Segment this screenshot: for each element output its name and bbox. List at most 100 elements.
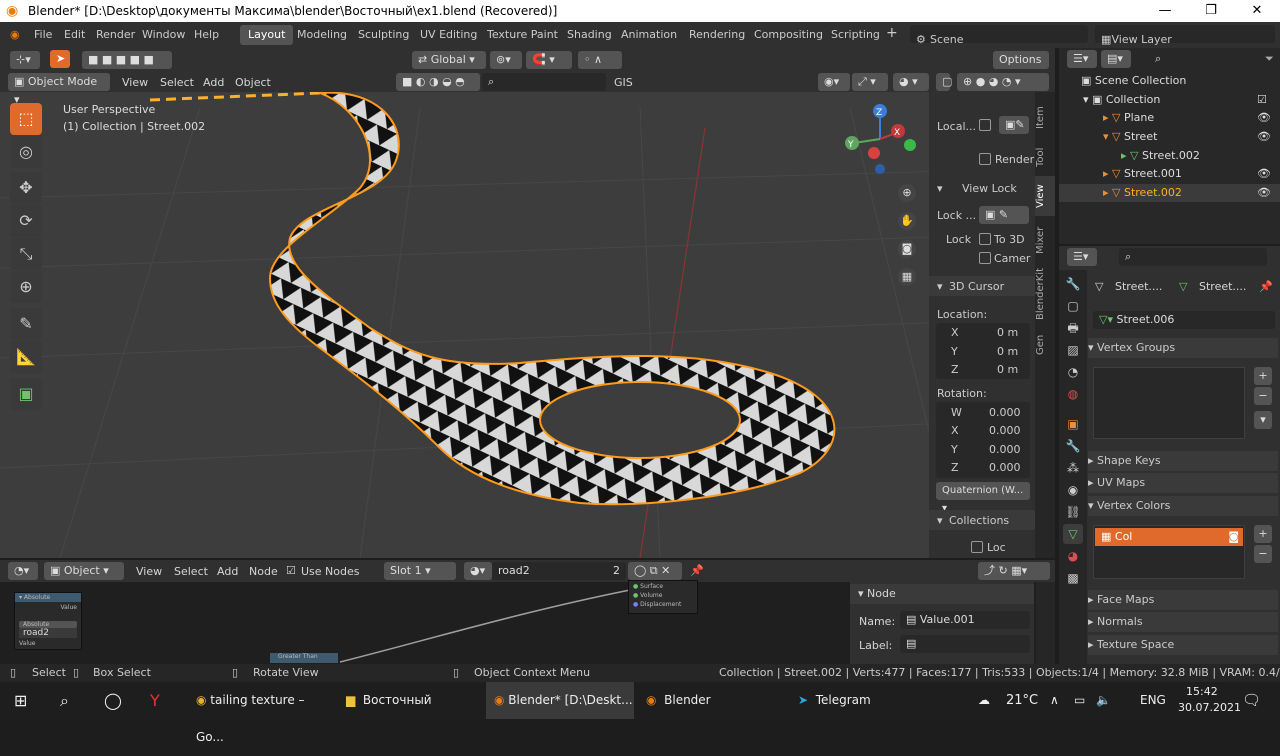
lock-object-field[interactable]: ▣ ✎ [979, 206, 1029, 224]
tab-scripting[interactable]: Scripting [823, 25, 888, 45]
options-dropdown[interactable]: Options ▾ [993, 51, 1049, 84]
camera-icon[interactable]: ◙ [898, 240, 916, 258]
material-actions-icons[interactable]: ◯ ⧉ ✕ [628, 562, 682, 580]
viewport-menu-view[interactable]: View [122, 76, 148, 89]
object-props-icon[interactable]: ▣ [1063, 414, 1083, 434]
absolute-input-field[interactable]: road2 [19, 628, 77, 638]
node-label-field[interactable]: ▤ [900, 635, 1030, 653]
taskbar-chrome[interactable]: ◉ tailing texture – Go... [188, 682, 334, 744]
tab-animation[interactable]: Animation [613, 25, 685, 45]
transform-orientation-select[interactable]: ⇄ Global ▾ [412, 51, 486, 69]
task-view-icon[interactable]: ◯ [104, 682, 122, 719]
minimize-button[interactable]: — [1142, 0, 1188, 22]
menu-help[interactable]: Help [194, 28, 219, 41]
node-menu-add[interactable]: Add [217, 565, 238, 578]
pin-icon[interactable]: 📌 [1259, 280, 1273, 293]
vertex-groups-list[interactable] [1093, 367, 1245, 439]
material-users[interactable]: 2 [613, 562, 620, 580]
tab-compositing[interactable]: Compositing [746, 25, 831, 45]
overlay-icon[interactable]: ◕ ▾ [893, 73, 929, 91]
node-view-icons[interactable]: ⤴ ↻ ▦▾ [978, 562, 1050, 580]
node-menu-view[interactable]: View [136, 565, 162, 578]
xray-icon[interactable]: ▢ [936, 73, 952, 91]
outliner-item-street-001[interactable]: ▸ ▽ Street.001 [1103, 165, 1182, 183]
face-maps-header[interactable]: ▸ Face Maps [1088, 590, 1278, 610]
particles-props-icon[interactable]: ⁂ [1063, 458, 1083, 478]
loc-z-value[interactable]: 0 m [997, 363, 1018, 376]
outliner-item-street-002-mesh[interactable]: ▸ ▽ Street.002 [1121, 147, 1200, 165]
loc-checkbox[interactable] [971, 541, 983, 553]
loc-x-value[interactable]: 0 m [997, 326, 1018, 339]
physics-props-icon[interactable]: ◉ [1063, 480, 1083, 500]
remove-vertex-group-button[interactable]: − [1254, 387, 1272, 405]
tab-rendering[interactable]: Rendering [681, 25, 753, 45]
tab-layout[interactable]: Layout [240, 25, 294, 45]
taskbar-blender-active[interactable]: ◉ Blender* [D:\Deskt... [486, 682, 634, 719]
loc-y-value[interactable]: 0 m [997, 345, 1018, 358]
lock-to-3d-checkbox[interactable] [979, 233, 991, 245]
tray-chevron-icon[interactable]: ∧ [1050, 682, 1059, 719]
node-name-field[interactable]: ▤ Value.001 [900, 611, 1030, 629]
mesh-datablock-field[interactable]: ▽▾ Street.006 [1093, 311, 1275, 329]
add-vertex-group-button[interactable]: + [1254, 367, 1272, 385]
eye-icon[interactable]: 👁 [1257, 186, 1271, 199]
rot-w-value[interactable]: 0.000 [989, 406, 1021, 419]
rot-z-value[interactable]: 0.000 [989, 461, 1021, 474]
snap-icon[interactable]: 🧲 ▾ [526, 51, 572, 69]
selection-mode-icons[interactable]: ■ ■ ■ ■ ■ [82, 51, 172, 69]
props-search-input[interactable]: ⌕ [1119, 248, 1267, 266]
scale-tool-icon[interactable]: ⤡ [10, 238, 42, 270]
outliner-item-plane[interactable]: ▸ ▽ Plane [1103, 109, 1154, 127]
output-props-icon[interactable]: 🖶 [1063, 318, 1083, 338]
material-output-node[interactable]: ● Surface ● Volume ● Displacement [628, 580, 698, 614]
view-layer-selector[interactable]: ▦ View Layer [1095, 25, 1275, 46]
close-button[interactable]: ✕ [1234, 0, 1280, 22]
yandex-browser-icon[interactable]: Y [150, 682, 160, 719]
rotation-mode-select[interactable]: Quaternion (W... ▾ [936, 482, 1030, 514]
slot-select[interactable]: Slot 1 ▾ [384, 562, 456, 580]
weather-icon[interactable]: ☁ [978, 682, 990, 719]
render-props-icon[interactable]: ▢ [1063, 296, 1083, 316]
rot-y-value[interactable]: 0.000 [989, 443, 1021, 456]
node-menu-node[interactable]: Node [249, 565, 278, 578]
keyboard-language[interactable]: ENG [1140, 682, 1166, 719]
tab-blenderkit[interactable]: BlenderKit [1035, 264, 1055, 324]
taskbar-blender[interactable]: ◉ Blender [638, 682, 784, 719]
vertex-group-menu-icon[interactable]: ▾ [1254, 411, 1272, 429]
scene-selector[interactable]: ⚙ Scene [910, 25, 1088, 46]
props-editor-icon[interactable]: ☰▾ [1067, 248, 1097, 266]
shape-keys-header[interactable]: ▸ Shape Keys [1088, 451, 1278, 471]
material-browse-icon[interactable]: ◕▾ [464, 562, 492, 580]
vertex-colors-header[interactable]: ▾ Vertex Colors [1088, 496, 1278, 516]
tab-uv-editing[interactable]: UV Editing [412, 25, 485, 45]
mesh-data-props-icon[interactable]: ▽ [1063, 524, 1083, 544]
tab-tool[interactable]: Tool [1035, 142, 1055, 172]
select-tool-icon[interactable]: ➤ [50, 50, 70, 68]
checkbox-icon[interactable]: ☑ [1257, 93, 1267, 106]
eye-icon[interactable]: 👁 [1257, 130, 1271, 143]
cursor-tool-icon[interactable]: ◎ [10, 136, 42, 168]
proportional-edit-icon[interactable]: ◦ ∧ [578, 51, 622, 69]
pivot-icon[interactable]: ⊚▾ [490, 51, 522, 69]
vertex-color-item[interactable]: ▦ Col ◙ [1095, 528, 1243, 546]
tab-mixer[interactable]: Mixer [1035, 220, 1055, 260]
rot-x-value[interactable]: 0.000 [989, 424, 1021, 437]
eye-icon[interactable]: 👁 [1257, 167, 1271, 180]
texture-space-header[interactable]: ▸ Texture Space [1088, 635, 1278, 655]
weather-temp[interactable]: 21°C [1006, 682, 1038, 719]
world-props-icon[interactable]: ◍ [1063, 384, 1083, 404]
outliner-search-input[interactable]: ⌕ [1149, 50, 1261, 68]
select-box-tool-icon[interactable]: ⬚ [10, 103, 42, 135]
transform-tool-icon[interactable]: ⊕ [10, 271, 42, 303]
measure-tool-icon[interactable]: 📐 [10, 341, 42, 373]
outliner-display-icon[interactable]: ▤▾ [1101, 50, 1131, 68]
tab-texture-paint[interactable]: Texture Paint [479, 25, 566, 45]
eye-icon[interactable]: 👁 [1257, 111, 1271, 124]
annotate-tool-icon[interactable]: ✎ [10, 308, 42, 340]
use-nodes-checkbox[interactable]: ☑ [286, 564, 296, 577]
breadcrumb-mesh[interactable]: Street.... [1199, 280, 1246, 293]
menu-file[interactable]: File [34, 28, 52, 41]
search-icon[interactable]: ⌕ [60, 682, 69, 719]
absolute-operation-select[interactable]: Absolute [19, 621, 77, 628]
menu-render[interactable]: Render [96, 28, 135, 41]
